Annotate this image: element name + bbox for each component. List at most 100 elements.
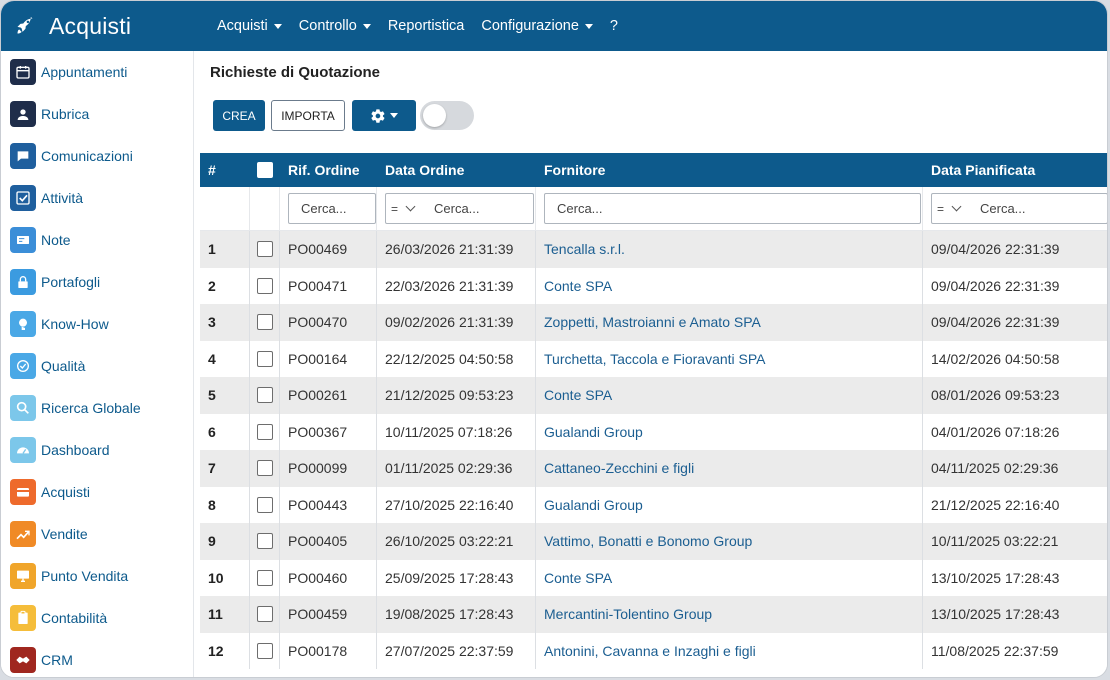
card-icon	[10, 479, 36, 505]
row-select-cell	[250, 450, 280, 487]
row-checkbox[interactable]	[256, 569, 273, 586]
row-checkbox[interactable]	[256, 350, 273, 367]
order-date: 26/03/2026 21:31:39	[377, 231, 536, 268]
planned-operator-select[interactable]: =	[932, 202, 972, 216]
row-select-cell	[250, 231, 280, 268]
supplier-link[interactable]: Tencalla s.r.l.	[536, 231, 923, 268]
ref-search-input[interactable]: Cerca...	[288, 193, 376, 224]
table-row[interactable]: 11 PO00459 19/08/2025 17:28:43 Mercantini-T…	[200, 596, 1107, 633]
table-row[interactable]: 5 PO00261 21/12/2025 09:53:23 Conte SPA 08/0…	[200, 377, 1107, 414]
date-operator-value: =	[391, 201, 399, 216]
row-checkbox[interactable]	[256, 314, 273, 331]
sidebar-item-vendite[interactable]: Vendite	[1, 513, 193, 555]
table-row[interactable]: 2 PO00471 22/03/2026 21:31:39 Conte SPA 09/0…	[200, 267, 1107, 304]
row-checkbox[interactable]	[256, 277, 273, 294]
sidebar-item-know-how[interactable]: Know-How	[1, 303, 193, 345]
toggle-switch[interactable]	[420, 101, 474, 130]
header-ref[interactable]: Rif. Ordine	[280, 153, 377, 187]
row-checkbox[interactable]	[256, 496, 273, 513]
menu-item-controllo[interactable]: Controllo	[299, 18, 371, 34]
table-row[interactable]: 8 PO00443 27/10/2025 22:16:40 Gualandi Grou…	[200, 486, 1107, 523]
table-row[interactable]: 9 PO00405 26/10/2025 03:22:21 Vattimo, Bona…	[200, 523, 1107, 560]
row-select-cell	[250, 340, 280, 377]
table-row[interactable]: 12 PO00178 27/07/2025 22:37:59 Antonini, Ca…	[200, 632, 1107, 669]
order-date: 10/11/2025 07:18:26	[377, 413, 536, 450]
sidebar-item-label: Portafogli	[41, 274, 101, 290]
supplier-link[interactable]: Cattaneo-Zecchini e figli	[536, 450, 923, 487]
supplier-link[interactable]: Turchetta, Taccola e Fioravanti SPA	[536, 340, 923, 377]
menu-item-reportistica[interactable]: Reportistica	[388, 18, 465, 34]
sidebar-item-crm[interactable]: CRM	[1, 639, 193, 677]
chevron-down-icon	[362, 23, 371, 29]
sidebar-item-contabilit-[interactable]: Contabilità	[1, 597, 193, 639]
brand[interactable]: Acquisti	[1, 1, 194, 51]
table-row[interactable]: 7 PO00099 01/11/2025 02:29:36 Cattaneo-Zecc…	[200, 450, 1107, 487]
menu-item-acquisti[interactable]: Acquisti	[217, 18, 282, 34]
settings-dropdown-button[interactable]	[352, 100, 416, 131]
sidebar-item-note[interactable]: Note	[1, 219, 193, 261]
supplier-link[interactable]: Conte SPA	[536, 377, 923, 414]
row-number: 6	[200, 413, 250, 450]
order-date: 27/07/2025 22:37:59	[377, 632, 536, 669]
table-row[interactable]: 10 PO00460 25/09/2025 17:28:43 Conte SPA 13/…	[200, 559, 1107, 596]
table-row[interactable]: 4 PO00164 22/12/2025 04:50:58 Turchetta, Ta…	[200, 340, 1107, 377]
sidebar-item-label: Qualità	[41, 358, 86, 374]
supplier-search-input[interactable]: Cerca...	[544, 193, 921, 224]
chevron-down-icon	[390, 113, 398, 118]
select-all-checkbox[interactable]	[257, 162, 273, 178]
checkbox-icon	[10, 185, 36, 211]
supplier-link[interactable]: Gualandi Group	[536, 486, 923, 523]
sidebar-item-dashboard[interactable]: Dashboard	[1, 429, 193, 471]
supplier-link[interactable]: Mercantini-Tolentino Group	[536, 596, 923, 633]
supplier-link[interactable]: Conte SPA	[536, 267, 923, 304]
header-planned[interactable]: Data Pianificata	[923, 153, 1107, 187]
rocket-icon	[17, 16, 33, 34]
supplier-link[interactable]: Antonini, Cavanna e Inzaghi e figli	[536, 632, 923, 669]
filter-row: Cerca... = Cerca... Cerca... = Cerca...	[200, 187, 1107, 231]
date-search-input[interactable]: Cerca...	[426, 201, 480, 216]
date-operator-select[interactable]: =	[386, 202, 426, 216]
sidebar-item-label: CRM	[41, 652, 73, 668]
supplier-link[interactable]: Conte SPA	[536, 559, 923, 596]
monitor-icon	[10, 563, 36, 589]
planned-date: 14/02/2026 04:50:58	[931, 350, 1060, 367]
planned-search-input[interactable]: Cerca...	[972, 201, 1026, 216]
supplier-link[interactable]: Gualandi Group	[536, 413, 923, 450]
table-row[interactable]: 6 PO00367 10/11/2025 07:18:26 Gualandi Grou…	[200, 413, 1107, 450]
sidebar-item-label: Dashboard	[41, 442, 110, 458]
table-row[interactable]: 3 PO00470 09/02/2026 21:31:39 Zoppetti, Mas…	[200, 304, 1107, 341]
table-body: 1 PO00469 26/03/2026 21:31:39 Tencalla s.r.…	[200, 231, 1107, 669]
supplier-link[interactable]: Zoppetti, Mastroianni e Amato SPA	[536, 304, 923, 341]
sidebar-item-appuntamenti[interactable]: Appuntamenti	[1, 51, 193, 93]
row-checkbox[interactable]	[256, 606, 273, 623]
row-checkbox[interactable]	[256, 533, 273, 550]
header-supplier[interactable]: Fornitore	[536, 153, 923, 187]
sidebar-item-comunicazioni[interactable]: Comunicazioni	[1, 135, 193, 177]
sidebar-item-portafogli[interactable]: Portafogli	[1, 261, 193, 303]
row-checkbox[interactable]	[256, 241, 273, 258]
order-ref: PO00459	[280, 596, 377, 633]
row-number: 4	[200, 340, 250, 377]
sidebar-item-label: Rubrica	[41, 106, 90, 122]
header-date[interactable]: Data Ordine	[377, 153, 536, 187]
sidebar-item-acquisti[interactable]: Acquisti	[1, 471, 193, 513]
supplier-link[interactable]: Vattimo, Bonatti e Bonomo Group	[536, 523, 923, 560]
order-date: 22/03/2026 21:31:39	[377, 267, 536, 304]
table-row[interactable]: 1 PO00469 26/03/2026 21:31:39 Tencalla s.r.…	[200, 231, 1107, 268]
row-checkbox[interactable]	[256, 423, 273, 440]
filter-cell-select	[250, 187, 280, 230]
menu-item-help[interactable]: ?	[610, 18, 618, 34]
sidebar-item-ricerca-globale[interactable]: Ricerca Globale	[1, 387, 193, 429]
app-window: Acquisti Acquisti Controllo Reportistica Co…	[0, 0, 1108, 678]
sidebar-item-label: Ricerca Globale	[41, 400, 141, 416]
row-checkbox[interactable]	[256, 460, 273, 477]
sidebar-item-attivit-[interactable]: Attività	[1, 177, 193, 219]
sidebar-item-rubrica[interactable]: Rubrica	[1, 93, 193, 135]
row-checkbox[interactable]	[256, 387, 273, 404]
sidebar-item-punto-vendita[interactable]: Punto Vendita	[1, 555, 193, 597]
importa-button[interactable]: IMPORTA	[271, 100, 345, 131]
row-checkbox[interactable]	[256, 642, 273, 659]
menu-item-configurazione[interactable]: Configurazione	[481, 18, 593, 34]
sidebar-item-qualit-[interactable]: Qualità	[1, 345, 193, 387]
crea-button[interactable]: CREA	[213, 100, 265, 131]
